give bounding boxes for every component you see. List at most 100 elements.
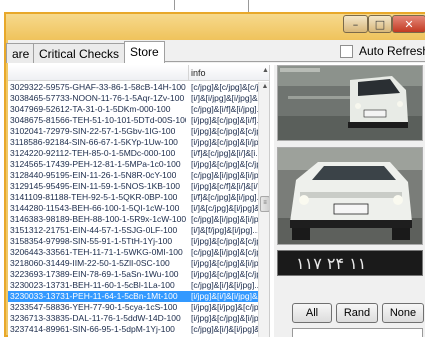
- row-id: 3124220-92112-TEH-85-0-1-5MDc-000-100: [10, 148, 176, 158]
- license-plate-crop: ۱۱۷ ۲۴ ۱۱: [277, 250, 423, 276]
- list-header: info ▲: [8, 65, 269, 81]
- table-row[interactable]: 3102041-72979-SIN-22-57-1-5Gbv-1IG-100 [i…: [8, 126, 258, 137]
- table-row[interactable]: 3206443-33561-TEH-11-71-1-5WKG-0MI-100 [c…: [8, 247, 258, 258]
- list-scrollbar[interactable]: ▲ ≡: [258, 82, 269, 337]
- list-body[interactable]: 3029322-59575-GHAF-33-86-1-58cB-14H-100 […: [8, 82, 258, 337]
- bottom-field[interactable]: [292, 328, 423, 337]
- table-row[interactable]: 3230023-13731-BEH-11-60-1-5cBl-1La-100 [c…: [8, 280, 258, 291]
- row-id: 3141109-81188-TEH-92-5-1-5QKR-0BP-100: [10, 192, 178, 202]
- select-none-button[interactable]: None: [382, 303, 424, 323]
- table-row[interactable]: 3144280-11543-BEH-66-100-1-5QI-1cW-100 [i…: [8, 203, 258, 214]
- column-divider[interactable]: [188, 65, 189, 81]
- row-info: [i/]&[f/jpg]&[i/jpg]...: [191, 225, 258, 235]
- row-info: [i/jpg]&[c/jpg]&[i/jp...: [191, 313, 258, 323]
- row-info: [i/jpg]&[c/jpg]&[c/jp...: [191, 126, 258, 136]
- row-info: [i/jpg]&[c/f]&[i/]&[i/...: [191, 181, 258, 191]
- maximize-icon: □: [374, 17, 386, 31]
- auto-refresh-toggle[interactable]: Auto Refresh: [340, 44, 425, 58]
- row-info: [i/]&[i/jpg]&[i/jpg]&...: [191, 93, 258, 103]
- row-info: [c/jpg]&[i/jpg]&[i/jp...: [191, 170, 258, 180]
- preview-panel: ۱۱۷ ۲۴ ۱۱ All Rand None: [274, 65, 425, 337]
- table-row[interactable]: 3141109-81188-TEH-92-5-1-5QKR-0BP-100 [i/…: [8, 192, 258, 203]
- row-info: [c/jpg]&[i/jpg]&[c/jp...: [191, 247, 258, 257]
- tab-store[interactable]: Store: [124, 41, 165, 63]
- row-id: 3118586-92184-SIN-66-67-1-5KYp-1Uw-100: [10, 137, 178, 147]
- close-button[interactable]: ✕: [392, 15, 425, 33]
- row-id: 3237414-89961-SIN-66-95-1-5dpM-1Yj-100: [10, 324, 175, 334]
- table-row[interactable]: 3233547-58836-YEH-77-90-1-5cya-1cS-100 [i…: [8, 302, 258, 313]
- row-info: [c/jpg]&[i/jpg]&[i/jp...: [191, 214, 258, 224]
- row-id: 3230023-13731-BEH-11-60-1-5cBl-1La-100: [10, 280, 175, 290]
- license-plate-text: ۱۱۷ ۲۴ ۱۱: [296, 254, 367, 273]
- row-id: 3144280-11543-BEH-66-100-1-5QI-1cW-100: [10, 203, 180, 213]
- row-id: 3124565-17439-PEH-12-81-1-5MPa-1c0-100: [10, 159, 181, 169]
- row-info: [c/jpg]&[i/f]&[i/jpg]...: [191, 104, 258, 114]
- minimize-icon: –: [352, 17, 359, 31]
- tab-software[interactable]: are: [6, 43, 36, 63]
- row-info: [i/f]&[c/jpg]&[i/]&[i...: [191, 148, 258, 158]
- desktop-background: – □ ✕ are Critical Checks Store Auto Ref…: [0, 0, 425, 337]
- row-id: 3206443-33561-TEH-11-71-1-5WKG-0MI-100: [10, 247, 183, 257]
- table-row[interactable]: 3237414-89961-SIN-66-95-1-5dpM-1Yj-100 [c…: [8, 324, 258, 335]
- row-info: [i/jpg]&[c/jpg]&[i/f]...: [191, 115, 258, 125]
- select-random-button[interactable]: Rand: [336, 303, 378, 323]
- row-id: 3151312-21751-EIN-44-57-1-5SJG-0LF-100: [10, 225, 178, 235]
- row-id: 3029322-59575-GHAF-33-86-1-58cB-14H-100: [10, 82, 186, 92]
- camera-photo-front: [277, 65, 423, 141]
- row-info: [i/jpg]&[i/jpg]&[c/jp...: [191, 302, 258, 312]
- row-id: 3048675-81566-TEH-51-10-101-5DTd-00S-100: [10, 115, 186, 125]
- table-row[interactable]: 3218060-31449-IIM-22-50-1-5ZlI-0SC-100 [i…: [8, 258, 258, 269]
- table-row[interactable]: 3047969-52612-TA-31-0-1-5DKm-000-100 [c/j…: [8, 104, 258, 115]
- divider-tick: [248, 0, 249, 12]
- row-id: 3218060-31449-IIM-22-50-1-5ZlI-0SC-100: [10, 258, 170, 268]
- auto-refresh-label: Auto Refresh: [359, 44, 425, 58]
- select-all-button[interactable]: All: [292, 303, 332, 323]
- close-icon: ✕: [404, 17, 414, 31]
- sort-arrow-icon: ▲: [262, 67, 269, 74]
- table-row[interactable]: 3146383-98189-BEH-88-100-1-5R9x-1cW-100 […: [8, 214, 258, 225]
- maximize-button[interactable]: □: [368, 15, 392, 33]
- row-id: 3236713-33835-DAL-11-76-1-5ddW-14D-100: [10, 313, 181, 323]
- table-row[interactable]: 3124565-17439-PEH-12-81-1-5MPa-1c0-100 [i…: [8, 159, 258, 170]
- divider-tick: [174, 0, 175, 10]
- title-bar[interactable]: – □ ✕: [6, 14, 425, 40]
- tab-critical-checks[interactable]: Critical Checks: [33, 43, 126, 63]
- table-row[interactable]: 3129145-95495-EIN-11-59-1-5NOS-1KB-100 [i…: [8, 181, 258, 192]
- row-id: 3129145-95495-EIN-11-59-1-5NOS-1KB-100: [10, 181, 180, 191]
- row-info: [i/f]&[c/jpg]&[i/jpg]...: [191, 192, 258, 202]
- table-row[interactable]: 3128440-95195-EIN-11-26-1-5N8R-0cY-100 [c…: [8, 170, 258, 181]
- row-id: 3223693-17389-EIN-78-69-1-5aSn-1Wu-100: [10, 269, 179, 279]
- row-info: [c/jpg]&[c/jpg]&[c/jp...: [191, 82, 258, 92]
- table-row[interactable]: 3038465-57733-NOON-11-76-1-5Aqr-1Zv-100 […: [8, 93, 258, 104]
- row-id: 3038465-57733-NOON-11-76-1-5Aqr-1Zv-100: [10, 93, 185, 103]
- store-list[interactable]: info ▲ 3029322-59575-GHAF-33-86-1-58cB-1…: [8, 65, 270, 337]
- row-info: [i/jpg]&[i/]&[i/jpg]&...: [191, 291, 258, 301]
- row-info: [i/jpg]&[c/jpg]&[c/jp...: [191, 236, 258, 246]
- tab-strip: are Critical Checks Store Auto Refresh: [6, 40, 425, 63]
- row-id: 3230033-13731-PEH-11-64-1-5cBn-1Mt-100: [10, 291, 178, 301]
- scroll-thumb[interactable]: ≡: [260, 196, 269, 212]
- scroll-up-arrow-icon[interactable]: ▲: [260, 83, 269, 93]
- app-window: – □ ✕ are Critical Checks Store Auto Ref…: [4, 12, 425, 337]
- table-row[interactable]: 3048675-81566-TEH-51-10-101-5DTd-00S-100…: [8, 115, 258, 126]
- table-row[interactable]: 3158354-97998-SIN-55-91-1-5TtH-1Yj-100 [i…: [8, 236, 258, 247]
- camera-photo-close: [277, 147, 423, 245]
- table-row[interactable]: 3230033-13731-PEH-11-64-1-5cBn-1Mt-100 [i…: [8, 291, 258, 302]
- row-id: 3158354-97998-SIN-55-91-1-5TtH-1Yj-100: [10, 236, 173, 246]
- auto-refresh-checkbox[interactable]: [340, 44, 353, 58]
- table-row[interactable]: 3118586-92184-SIN-66-67-1-5KYp-1Uw-100 [i…: [8, 137, 258, 148]
- row-info: [i/]&[c/jpg]&[i/jpg]&...: [191, 203, 258, 213]
- row-info: [i/jpg]&[c/jpg]&[i/jp...: [191, 258, 258, 268]
- row-info: [i/jpg]&[c/jpg]&[c/jp...: [191, 269, 258, 279]
- table-row[interactable]: 3124220-92112-TEH-85-0-1-5MDc-000-100 [i/…: [8, 148, 258, 159]
- table-row[interactable]: 3236713-33835-DAL-11-76-1-5ddW-14D-100 [i…: [8, 313, 258, 324]
- row-id: 3047969-52612-TA-31-0-1-5DKm-000-100: [10, 104, 171, 114]
- table-row[interactable]: 3151312-21751-EIN-44-57-1-5SJG-0LF-100 [i…: [8, 225, 258, 236]
- table-row[interactable]: 3029322-59575-GHAF-33-86-1-58cB-14H-100 […: [8, 82, 258, 93]
- row-info: [i/jpg]&[c/jpg]&[i/jp...: [191, 137, 258, 147]
- column-header-info[interactable]: info: [191, 68, 206, 78]
- row-id: 3146383-98189-BEH-88-100-1-5R9x-1cW-100: [10, 214, 186, 224]
- row-id: 3102041-72979-SIN-22-57-1-5Gbv-1IG-100: [10, 126, 176, 136]
- minimize-button[interactable]: –: [343, 15, 368, 33]
- table-row[interactable]: 3223693-17389-EIN-78-69-1-5aSn-1Wu-100 [i…: [8, 269, 258, 280]
